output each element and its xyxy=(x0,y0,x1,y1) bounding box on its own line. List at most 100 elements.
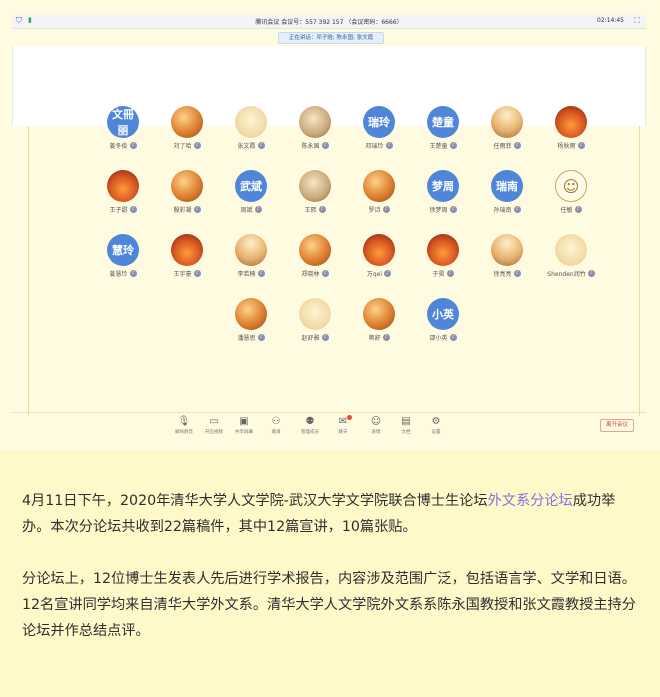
mic-muted-icon: ♪ xyxy=(513,206,521,213)
participant-name-row: 邵小英 ♪ xyxy=(403,333,483,342)
meeting-titlebar: ⛉ ▮ 腾讯会议 会议号：557 392 157 （会议密码：6666） 02:… xyxy=(12,15,646,29)
mic-muted-icon: ♪ xyxy=(449,334,457,341)
participant-name: 邵小英 xyxy=(429,335,448,342)
leave-meeting-button[interactable]: 离开会议 xyxy=(600,419,634,432)
avatar xyxy=(555,106,587,138)
avatar: 武斌 xyxy=(235,170,267,202)
avatar xyxy=(171,106,203,138)
participant-name: Shenden润竹 xyxy=(547,271,586,278)
participant-name: 任雨菲 xyxy=(493,143,512,150)
meeting-time: 02:14:45 xyxy=(597,17,624,24)
meeting-title: 腾讯会议 会议号：557 392 157 （会议密码：6666） xyxy=(255,19,403,26)
settings-icon: ⚙ xyxy=(431,416,441,427)
avatar: 瑞玲 xyxy=(363,106,395,138)
mic-muted-icon: ♪ xyxy=(129,142,137,149)
participant-name: 李若楠 xyxy=(237,271,256,278)
participant-name: 郑晓林 xyxy=(301,271,320,278)
avatar xyxy=(171,170,203,202)
participant-name: 徐亮亮 xyxy=(493,271,512,278)
article-paragraph-2: 分论坛上，12位博士生发表人先后进行学术报告，内容涉及范围广泛，包括语言学、文学… xyxy=(22,571,636,639)
mic-muted-icon: ♪ xyxy=(587,270,595,277)
mic-muted-icon: ♪ xyxy=(129,206,137,213)
chat-icon: ✉ xyxy=(338,416,348,427)
participant-tile[interactable]: 杨秋雨 ♪ xyxy=(531,106,611,150)
meeting-toolbar: 🎙 解除静音 ▭ 开启视频 ▣ 共享屏幕 ⚇ 邀请 ⚉ 管理成员 ✉ 聊天 ☺ 表情 ▤ 文档 ⚙ 设置 离开会议 xyxy=(12,412,646,440)
participant-name: 蒋舒 xyxy=(368,335,381,342)
participant-name: 于昊 xyxy=(432,271,445,278)
mic-muted-icon: ♪ xyxy=(193,270,201,277)
participant-name: 殷彩凝 xyxy=(173,207,192,214)
members-icon: ⚉ xyxy=(305,416,315,427)
participant-name: 任敏 xyxy=(560,207,573,214)
avatar: 楚童 xyxy=(427,106,459,138)
article-paragraph-1: 4月11日下午，2020年清华大学人文学院-武汉大学文学院联合博士生论坛外文系分… xyxy=(22,488,642,540)
participant-name: 罗诗 xyxy=(368,207,381,214)
mic-muted-icon: ♪ xyxy=(254,206,262,213)
avatar xyxy=(235,298,267,330)
participant-name: 王楚童 xyxy=(429,143,448,150)
avatar: 慧玲 xyxy=(107,234,139,266)
participant-name: 万qei xyxy=(366,271,383,278)
mic-muted-icon: ♪ xyxy=(257,142,265,149)
participant-name: 周斌 xyxy=(240,207,253,214)
avatar xyxy=(299,234,331,266)
mic-muted-icon: ♪ xyxy=(574,206,582,213)
mic-muted-icon: ♪ xyxy=(384,270,392,277)
fullscreen-icon[interactable]: ⛶ xyxy=(634,16,640,26)
article-p1-text: 4月11日下午，2020年清华大学人文学院-武汉大学文学院联合博士生论坛 xyxy=(22,493,488,509)
meeting-screenshot: ⛉ ▮ 腾讯会议 会议号：557 392 157 （会议密码：6666） 02:… xyxy=(0,0,660,450)
participant-tile[interactable]: 小英 邵小英 ♪ xyxy=(403,298,483,342)
mic-muted-icon: ♪ xyxy=(321,142,329,149)
toolbar-label: 聊天 xyxy=(338,430,348,435)
mic-muted-icon: ♪ xyxy=(318,206,326,213)
chat-notification-badge xyxy=(347,415,352,420)
speaking-indicator: 正在讲话：邓子晗; 陈永国; 张文霞 xyxy=(278,32,384,44)
invite-icon: ⚇ xyxy=(271,416,281,427)
mic-muted-icon: ♪ xyxy=(321,270,329,277)
toolbar-button[interactable]: ✉ 聊天 xyxy=(325,415,361,435)
avatar: ☺ xyxy=(555,170,587,202)
toolbar-button[interactable]: ▣ 共享屏幕 xyxy=(226,416,262,435)
mic-muted-icon: ♪ xyxy=(385,142,393,149)
participant-tile[interactable]: Shenden润竹 ♪ xyxy=(531,234,611,278)
participant-name: 张文霞 xyxy=(237,143,256,150)
participant-name: 王子甜 xyxy=(109,207,128,214)
avatar xyxy=(491,234,523,266)
toolbar-button[interactable]: ⚙ 设置 xyxy=(418,416,454,435)
mic-muted-icon: ♪ xyxy=(193,206,201,213)
avatar xyxy=(299,170,331,202)
article-body: 4月11日下午，2020年清华大学人文学院-武汉大学文学院联合博士生论坛外文系分… xyxy=(22,488,642,670)
toolbar-button[interactable]: ⚇ 邀请 xyxy=(258,416,294,435)
participant-name: 姜冬俊 xyxy=(109,143,128,150)
toolbar-label: 共享屏幕 xyxy=(235,430,253,435)
avatar xyxy=(299,298,331,330)
avatar xyxy=(235,106,267,138)
article-p1-accent: 外文系分论坛 xyxy=(487,493,573,509)
mic-muted-icon: ♪ xyxy=(577,142,585,149)
participant-name: 王宇豪 xyxy=(173,271,192,278)
participant-name: 徐梦周 xyxy=(429,207,448,214)
avatar: 梦周 xyxy=(427,170,459,202)
participant-name-row: 任敏 ♪ xyxy=(531,205,611,214)
mic-muted-icon: ♪ xyxy=(446,270,454,277)
mic-muted-icon: ♪ xyxy=(193,142,201,149)
toolbar-label: 设置 xyxy=(431,430,441,435)
participant-name: 孙瑞南 xyxy=(493,207,512,214)
participant-name: 姜慧玲 xyxy=(109,271,128,278)
avatar xyxy=(427,234,459,266)
toolbar-label: 管理成员 xyxy=(301,430,319,435)
mic-muted-icon: ♪ xyxy=(382,206,390,213)
participant-name: 王熙 xyxy=(304,207,317,214)
participant-name: 赵舒雅 xyxy=(301,335,320,342)
toolbar-button[interactable]: ⚉ 管理成员 xyxy=(292,416,328,435)
participant-name: 潘慧思 xyxy=(237,335,256,342)
mic-muted-icon: ♪ xyxy=(449,206,457,213)
participant-name: 刘了哈 xyxy=(173,143,192,150)
participant-tile[interactable]: ☺ 任敏 ♪ xyxy=(531,170,611,214)
mic-muted-icon: ♪ xyxy=(513,270,521,277)
avatar xyxy=(363,170,395,202)
mic-muted-icon: ♪ xyxy=(257,270,265,277)
avatar xyxy=(363,234,395,266)
avatar: 瑞南 xyxy=(491,170,523,202)
participant-name: 陈永国 xyxy=(301,143,320,150)
